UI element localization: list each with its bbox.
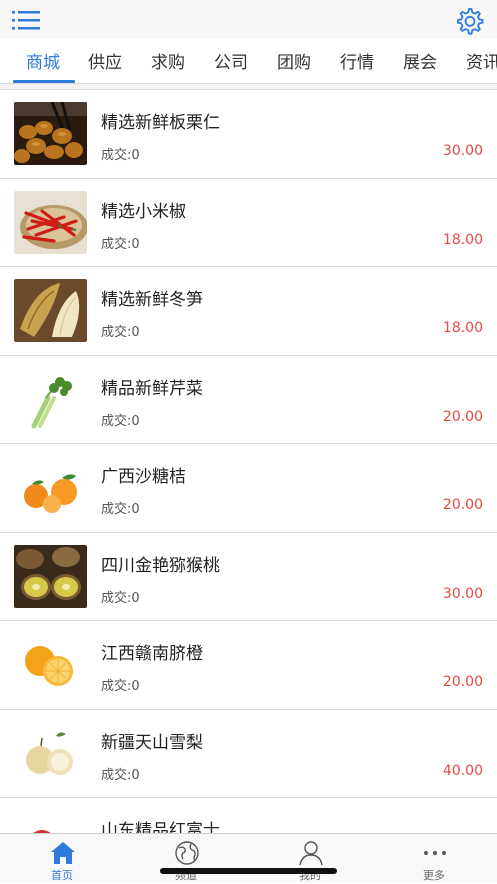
tab-company[interactable]: 公司 <box>214 48 248 73</box>
nav-more[interactable]: 更多 <box>372 834 496 884</box>
product-title: 精选新鲜板栗仁 <box>101 113 220 133</box>
tangerine-image <box>14 456 87 519</box>
tab-group-buy[interactable]: 团购 <box>277 48 311 73</box>
product-price: 30.00 <box>442 143 483 159</box>
product-price: 20.00 <box>442 674 483 690</box>
nav-label: 首页 <box>51 869 73 882</box>
product-title: 广西沙糖桔 <box>101 467 186 487</box>
more-icon <box>424 851 446 855</box>
tab-exhibition[interactable]: 展会 <box>403 48 437 73</box>
nav-mine[interactable]: 我的 <box>248 834 372 884</box>
gear-icon[interactable] <box>455 6 485 36</box>
bottom-nav: 首页 频道 我的 更多 <box>0 833 497 883</box>
top-bar <box>0 0 497 38</box>
product-deal-count: 成交:0 <box>101 590 140 606</box>
tab-purchase[interactable]: 求购 <box>151 48 185 73</box>
celery-image <box>14 367 87 431</box>
product-title: 精选小米椒 <box>101 201 186 222</box>
bamboo-shoot-image <box>14 279 87 342</box>
list-item[interactable]: 精选新鲜冬笋 成交:0 18.00 <box>0 267 497 356</box>
product-deal-count: 成交:0 <box>101 148 140 163</box>
product-title: 四川金艳猕猴桃 <box>101 555 220 576</box>
tab-news[interactable]: 资讯 <box>466 48 497 73</box>
product-list: 精选新鲜板栗仁 成交:0 30.00 精选小米椒 成交:0 18.00 精选新鲜… <box>0 90 497 833</box>
category-tabs: 商城 供应 求购 公司 团购 行情 展会 资讯 <box>0 38 497 84</box>
nav-label: 更多 <box>423 869 445 882</box>
list-item[interactable]: 山东精品红富士 <box>0 798 497 833</box>
chestnut-image <box>14 102 87 165</box>
product-price: 20.00 <box>442 497 483 513</box>
kiwi-image <box>14 544 87 608</box>
product-deal-count: 成交:0 <box>101 413 140 429</box>
product-deal-count: 成交:0 <box>101 236 140 252</box>
chili-image <box>14 190 87 254</box>
product-title: 山东精品红富士 <box>101 821 220 833</box>
active-tab-indicator <box>13 80 75 83</box>
tab-supply[interactable]: 供应 <box>88 48 122 73</box>
tab-market[interactable]: 行情 <box>340 48 374 73</box>
menu-icon[interactable] <box>12 9 40 31</box>
globe-icon <box>175 841 199 865</box>
product-title: 江西赣南脐橙 <box>101 644 203 664</box>
product-price: 20.00 <box>442 408 483 425</box>
product-deal-count: 成交:0 <box>101 325 140 340</box>
product-price: 18.00 <box>442 231 483 248</box>
product-deal-count: 成交:0 <box>101 679 140 694</box>
nav-home[interactable]: 首页 <box>0 834 124 884</box>
user-icon <box>299 841 323 866</box>
list-item[interactable]: 新疆天山雪梨 成交:0 40.00 <box>0 710 497 798</box>
product-title: 精选新鲜冬笋 <box>101 290 203 310</box>
list-item[interactable]: 精选新鲜板栗仁 成交:0 30.00 <box>0 90 497 179</box>
product-title: 精品新鲜芹菜 <box>101 378 203 399</box>
product-price: 40.00 <box>442 762 483 779</box>
orange-image <box>14 633 87 696</box>
apple-image <box>14 810 87 833</box>
product-deal-count: 成交:0 <box>101 502 140 517</box>
home-indicator <box>160 868 337 874</box>
list-item[interactable]: 广西沙糖桔 成交:0 20.00 <box>0 444 497 533</box>
list-item[interactable]: 精品新鲜芹菜 成交:0 20.00 <box>0 356 497 444</box>
product-title: 新疆天山雪梨 <box>101 732 203 753</box>
nav-channel[interactable]: 频道 <box>124 834 248 884</box>
tab-mall[interactable]: 商城 <box>26 48 60 73</box>
product-price: 30.00 <box>442 585 483 602</box>
pear-image <box>14 721 87 785</box>
home-icon <box>51 842 75 864</box>
list-item[interactable]: 精选小米椒 成交:0 18.00 <box>0 179 497 267</box>
product-deal-count: 成交:0 <box>101 767 140 783</box>
list-item[interactable]: 江西赣南脐橙 成交:0 20.00 <box>0 621 497 710</box>
product-price: 18.00 <box>442 320 483 336</box>
list-item[interactable]: 四川金艳猕猴桃 成交:0 30.00 <box>0 533 497 621</box>
